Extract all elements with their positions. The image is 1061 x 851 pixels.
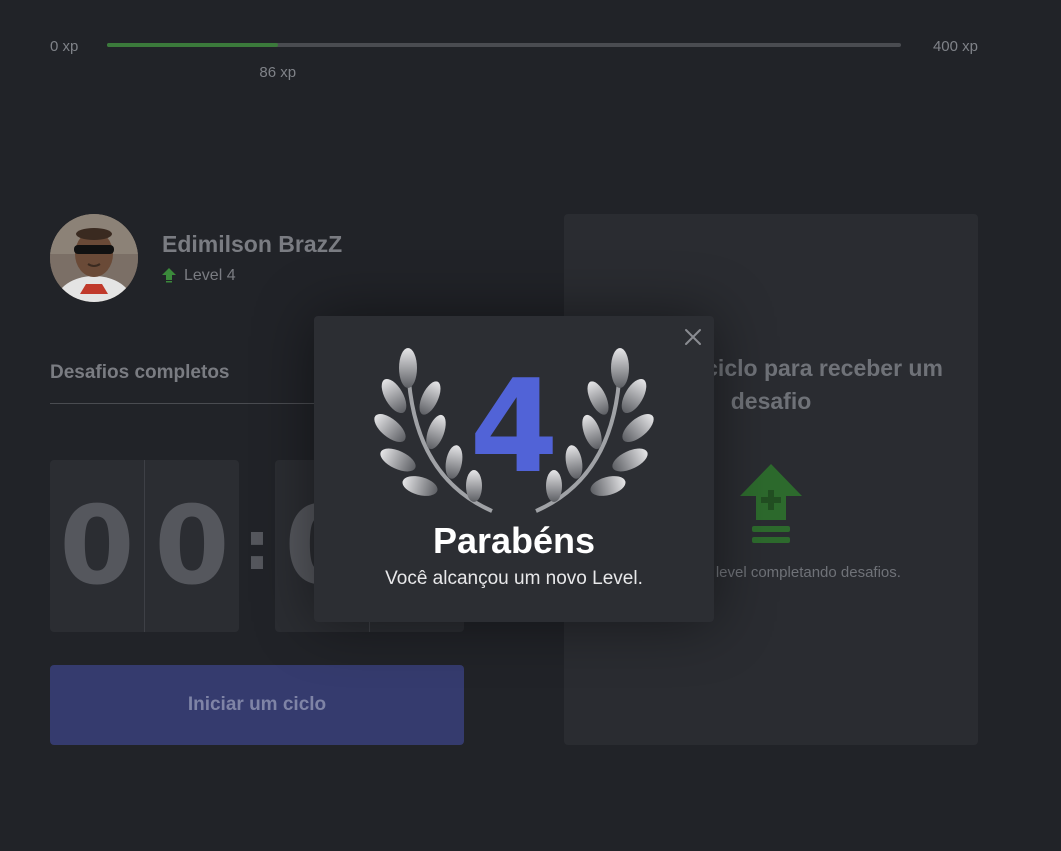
level-up-modal: 4 Parabéns Você alcançou um novo Level. — [314, 316, 714, 622]
modal-title: Parabéns — [432, 520, 596, 561]
modal-subtitle: Você alcançou um novo Level. — [385, 568, 643, 589]
close-button[interactable] — [682, 326, 704, 348]
new-level-number: 4 — [469, 353, 559, 502]
close-icon — [685, 329, 701, 345]
app-page: 0 xp 86 xp 400 xp Edimilson BrazZ Level … — [0, 0, 1061, 851]
